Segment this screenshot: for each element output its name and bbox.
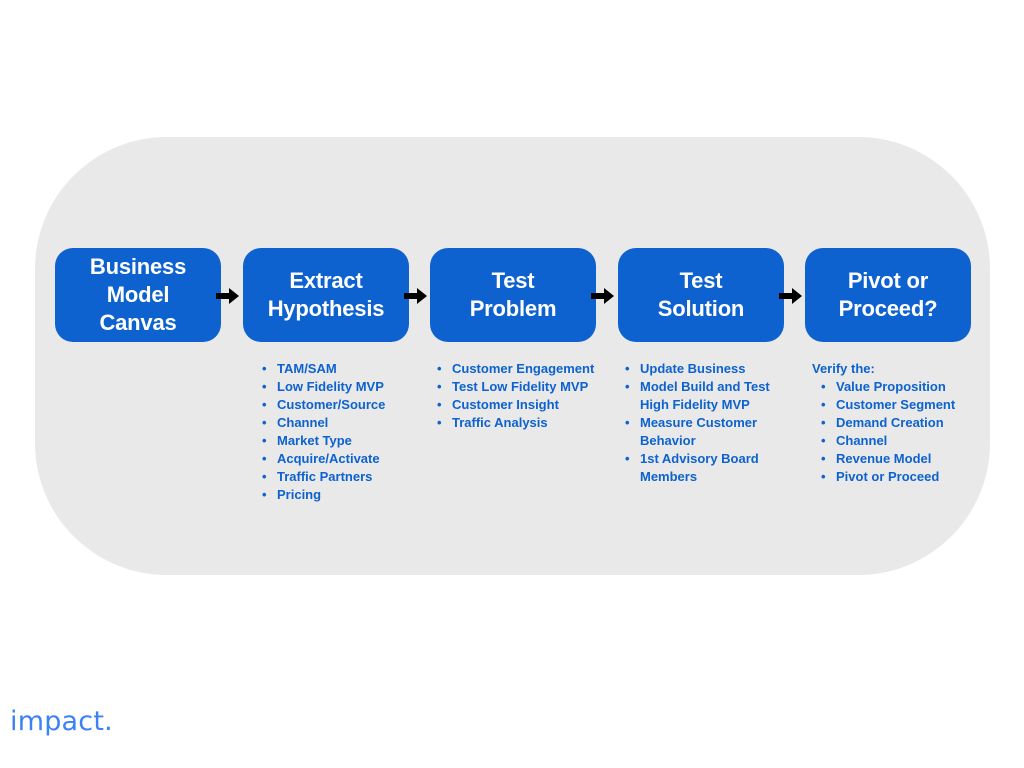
slide-canvas: Business Model Canvas Extract Hypothesis… (0, 0, 1024, 768)
bullet-item: Channel (810, 432, 985, 450)
bullet-item: Test Low Fidelity MVP (434, 378, 609, 396)
bullet-item: Traffic Partners (259, 468, 424, 486)
bullet-item: Customer Segment (810, 396, 985, 414)
stage-box-extract-hypothesis[interactable]: Extract Hypothesis (243, 248, 409, 342)
bullet-list: TAM/SAMLow Fidelity MVPCustomer/SourceCh… (259, 360, 424, 504)
logo-text: impact. (10, 706, 113, 737)
bullet-item: Model Build and Test High Fidelity MVP (622, 378, 772, 414)
bullet-column-pivot-or-proceed: Verify the: Value PropositionCustomer Se… (810, 360, 985, 486)
bullet-item: Pricing (259, 486, 424, 504)
bullet-item: Acquire/Activate (259, 450, 424, 468)
bullet-item: Customer Engagement (434, 360, 609, 378)
stage-label: Business Model Canvas (89, 254, 187, 335)
stage-box-business-model-canvas[interactable]: Business Model Canvas (55, 248, 221, 342)
stage-label: Extract Hypothesis (267, 268, 385, 321)
bullet-item: Customer Insight (434, 396, 609, 414)
stage-label: Test Solution (657, 268, 745, 321)
stage-box-test-solution[interactable]: Test Solution (618, 248, 784, 342)
arrow-right-icon (591, 285, 615, 307)
bullet-item: Demand Creation (810, 414, 985, 432)
bullet-list: Update BusinessModel Build and Test High… (622, 360, 772, 486)
backdrop-panel (35, 137, 990, 575)
bullet-item: TAM/SAM (259, 360, 424, 378)
bullet-item: Low Fidelity MVP (259, 378, 424, 396)
stage-box-test-problem[interactable]: Test Problem (430, 248, 596, 342)
bullet-item: Value Proposition (810, 378, 985, 396)
process-flow: Business Model Canvas Extract Hypothesis… (55, 248, 971, 346)
bullet-item: Market Type (259, 432, 424, 450)
bullet-item: Customer/Source (259, 396, 424, 414)
bullet-item: 1st Advisory Board Members (622, 450, 772, 486)
bullet-column-test-solution: Update BusinessModel Build and Test High… (622, 360, 772, 486)
bullet-item: Channel (259, 414, 424, 432)
stage-label: Pivot or Proceed? (838, 268, 938, 321)
arrow-right-icon (779, 285, 803, 307)
bullet-item: Update Business (622, 360, 772, 378)
impact-logo: impact. (10, 705, 130, 739)
stage-label: Test Problem (469, 268, 557, 321)
stage-box-pivot-or-proceed[interactable]: Pivot or Proceed? (805, 248, 971, 342)
arrow-right-icon (216, 285, 240, 307)
bullet-item: Measure Customer Behavior (622, 414, 772, 450)
bullet-item: Traffic Analysis (434, 414, 609, 432)
bullet-list: Value PropositionCustomer SegmentDemand … (810, 378, 985, 486)
bullet-column-extract-hypothesis: TAM/SAMLow Fidelity MVPCustomer/SourceCh… (259, 360, 424, 504)
bullet-column-test-problem: Customer EngagementTest Low Fidelity MVP… (434, 360, 609, 432)
bullet-column-heading: Verify the: (812, 361, 875, 376)
arrow-right-icon (404, 285, 428, 307)
bullet-list: Customer EngagementTest Low Fidelity MVP… (434, 360, 609, 432)
bullet-item: Revenue Model (810, 450, 985, 468)
bullet-item: Pivot or Proceed (810, 468, 985, 486)
